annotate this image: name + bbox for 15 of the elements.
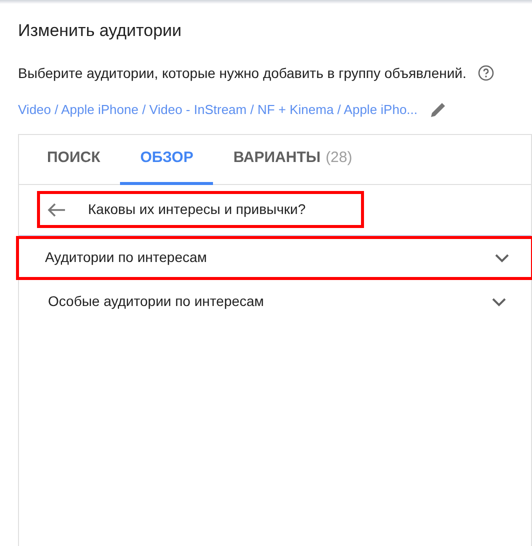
category-row[interactable]: Особые аудитории по интересам: [19, 280, 531, 324]
category-label: Аудитории по интересам: [45, 248, 207, 267]
chevron-down-icon[interactable]: [492, 296, 506, 306]
dialog-title: Изменить аудитории: [18, 20, 183, 42]
tab[interactable]: ВАРИАНТЫ (28): [213, 134, 372, 184]
tab[interactable]: ПОИСК: [27, 134, 120, 184]
section-heading: Каковы их интересы и привычки?: [88, 200, 306, 219]
breadcrumb-link[interactable]: Video / Apple iPhone / Video - InStream / NF + Kinema / Apple iPho...: [18, 100, 418, 120]
back-arrow-icon[interactable]: [46, 202, 66, 218]
category-label: Особые аудитории по интересам: [48, 292, 264, 311]
instruction-text: Выберите аудитории, которые нужно добавить в группу объявлений.: [18, 64, 466, 83]
highlight-frame[interactable]: Аудитории по интересам: [16, 236, 532, 280]
help-icon[interactable]: [478, 65, 494, 81]
chevron-down-icon[interactable]: [495, 252, 509, 262]
tab[interactable]: ОБЗОР: [120, 134, 214, 184]
